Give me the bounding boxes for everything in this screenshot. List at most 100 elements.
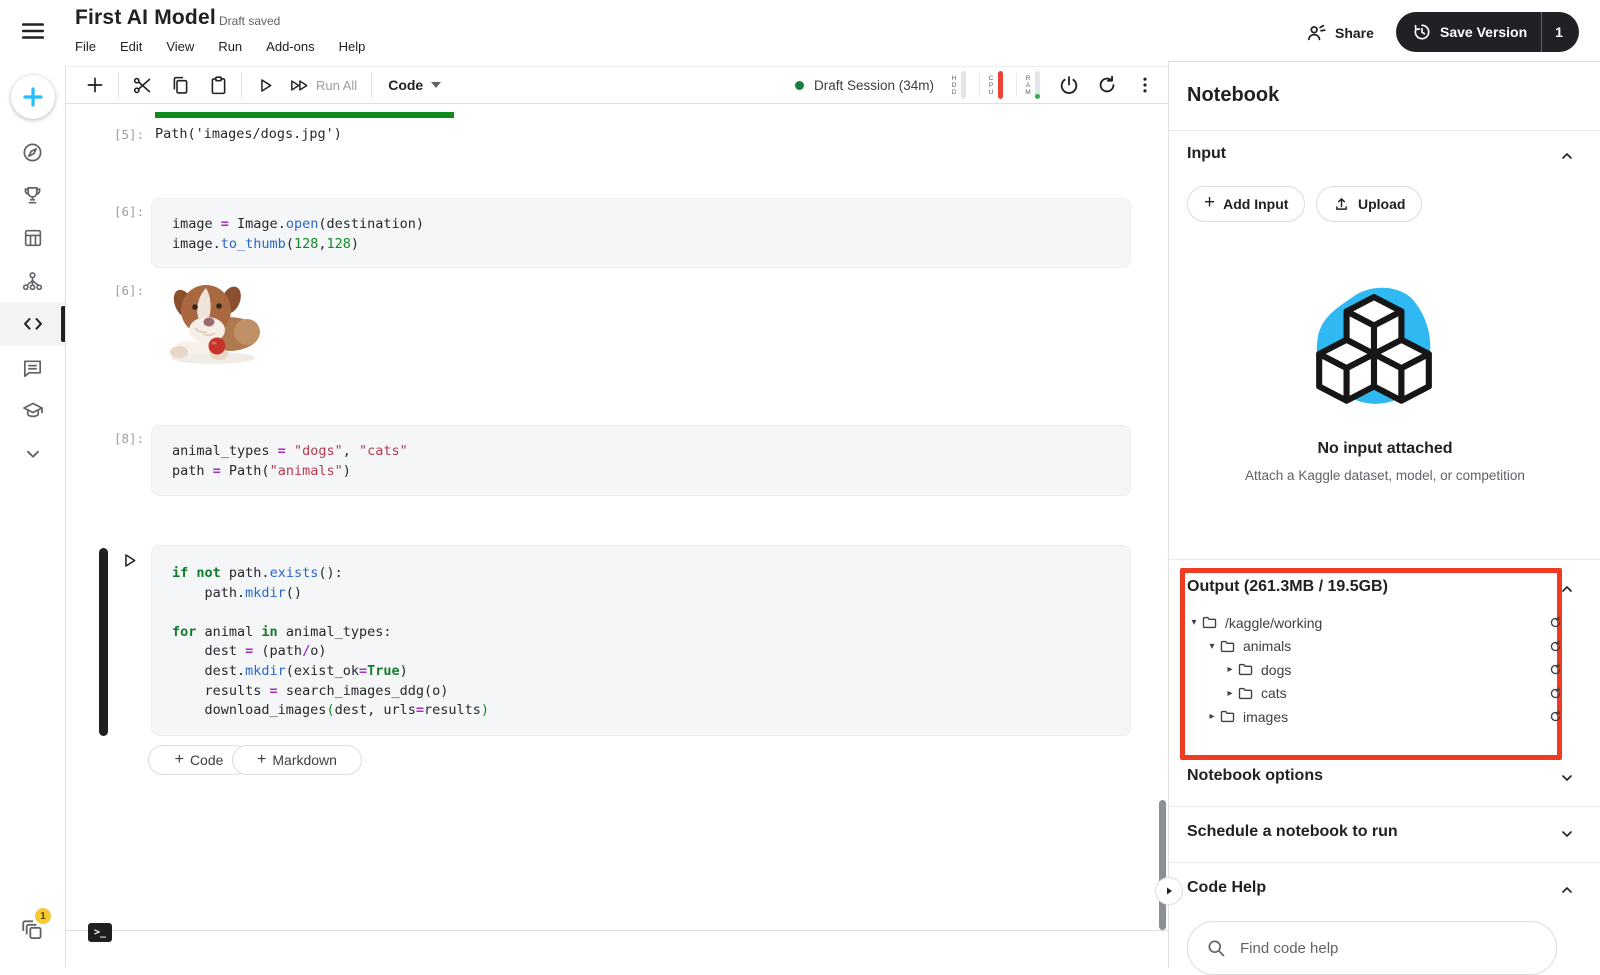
panel-collapse-button[interactable] xyxy=(1155,877,1183,905)
tree-row-images[interactable]: ▸ images xyxy=(1187,705,1567,729)
run-all-label[interactable]: Run All xyxy=(316,78,357,93)
toolbar-separator xyxy=(118,72,119,98)
schedule-section-header[interactable]: Schedule a notebook to run xyxy=(1187,823,1398,841)
run-all-button[interactable] xyxy=(284,69,314,101)
cut-button[interactable] xyxy=(123,69,161,101)
cpu-label: C P U xyxy=(987,75,995,96)
tree-row--kaggle-working[interactable]: ▾ /kaggle/working xyxy=(1187,611,1567,635)
restart-session-button[interactable] xyxy=(1088,69,1126,101)
version-count[interactable]: 1 xyxy=(1542,24,1579,40)
run-cell-button[interactable] xyxy=(246,69,284,101)
folder-name[interactable]: /kaggle/working xyxy=(1225,615,1322,631)
folder-icon xyxy=(1219,638,1236,655)
refresh-folder-button[interactable] xyxy=(1548,662,1563,677)
create-button[interactable] xyxy=(11,75,55,119)
upload-button[interactable]: Upload xyxy=(1316,186,1422,222)
sidebar-item-explore[interactable] xyxy=(0,130,65,174)
main-scrollbar-thumb[interactable] xyxy=(1159,800,1166,930)
session-label[interactable]: Draft Session (34m) xyxy=(814,78,934,93)
code-line: dest = (path/o) xyxy=(172,642,1110,662)
cell-prompt: [6]: xyxy=(114,204,144,219)
sidebar-item-learn[interactable] xyxy=(0,389,65,433)
caret-expanded-icon[interactable]: ▾ xyxy=(1187,617,1201,628)
output-section-header[interactable]: Output (261.3MB / 19.5GB) xyxy=(1187,578,1388,596)
sidebar-item-competitions[interactable] xyxy=(0,173,65,217)
folder-name[interactable]: dogs xyxy=(1261,662,1291,678)
refresh-folder-button[interactable] xyxy=(1548,686,1563,701)
compass-icon xyxy=(21,141,44,164)
menu-edit[interactable]: Edit xyxy=(120,39,142,54)
caret-collapsed-icon[interactable]: ▸ xyxy=(1223,664,1237,675)
copy-button[interactable] xyxy=(161,69,199,101)
caret-collapsed-icon[interactable]: ▸ xyxy=(1223,688,1237,699)
paste-button[interactable] xyxy=(199,69,237,101)
tree-row-animals[interactable]: ▾ animals xyxy=(1187,635,1567,659)
add-input-label: Add Input xyxy=(1223,196,1288,212)
plus-icon: + xyxy=(257,751,266,769)
sidebar-item-datasets[interactable] xyxy=(0,216,65,260)
session-status-dot xyxy=(795,81,804,90)
chevron-down-icon[interactable] xyxy=(1559,770,1575,786)
active-events-button[interactable]: 1 xyxy=(0,906,65,954)
more-options-button[interactable] xyxy=(1126,69,1164,101)
chevron-up-icon[interactable] xyxy=(1559,882,1575,898)
menu-help[interactable]: Help xyxy=(339,39,366,54)
folder-name[interactable]: cats xyxy=(1261,685,1287,701)
caret-collapsed-icon[interactable]: ▸ xyxy=(1205,711,1219,722)
refresh-folder-button[interactable] xyxy=(1548,615,1563,630)
sidebar-item-more[interactable] xyxy=(0,432,65,476)
chevron-up-icon[interactable] xyxy=(1559,148,1575,164)
code-help-section-header[interactable]: Code Help xyxy=(1187,879,1266,897)
refresh-icon xyxy=(1548,686,1563,701)
code-line: animal_types = "dogs", "cats" xyxy=(172,442,1110,462)
save-version-button[interactable]: Save Version 1 xyxy=(1396,12,1579,52)
tree-row-dogs[interactable]: ▸ dogs xyxy=(1187,658,1567,682)
hamburger-menu-icon[interactable] xyxy=(20,18,46,44)
add-cell-button[interactable] xyxy=(76,69,114,101)
code-line: path.mkdir() xyxy=(172,584,1110,604)
code-cell[interactable]: animal_types = "dogs", "cats"path = Path… xyxy=(151,425,1131,496)
share-icon xyxy=(1305,22,1327,44)
chevron-down-icon xyxy=(22,443,44,465)
share-button[interactable]: Share xyxy=(1305,22,1374,44)
menu-file[interactable]: File xyxy=(75,39,96,54)
terminal-console-button[interactable]: >_ xyxy=(88,923,112,942)
chevron-up-icon[interactable] xyxy=(1559,581,1575,597)
menu-view[interactable]: View xyxy=(166,39,194,54)
tree-row-cats[interactable]: ▸ cats xyxy=(1187,682,1567,706)
sidebar-item-models[interactable] xyxy=(0,259,65,303)
add-input-button[interactable]: + Add Input xyxy=(1187,186,1305,222)
caret-expanded-icon[interactable]: ▾ xyxy=(1205,641,1219,652)
refresh-folder-button[interactable] xyxy=(1548,709,1563,724)
refresh-folder-button[interactable] xyxy=(1548,639,1563,654)
code-cell[interactable]: image = Image.open(destination)image.to_… xyxy=(151,198,1131,268)
notebook-options-section-header[interactable]: Notebook options xyxy=(1187,767,1323,785)
dropdown-caret-icon xyxy=(431,82,441,88)
input-section-header[interactable]: Input xyxy=(1187,145,1226,163)
add-markdown-button[interactable]: + Markdown xyxy=(232,745,362,775)
trophy-icon xyxy=(21,184,44,207)
chevron-down-icon[interactable] xyxy=(1559,826,1575,842)
code-line xyxy=(172,603,1110,623)
active-code-cell[interactable]: if not path.exists(): path.mkdir() for a… xyxy=(151,545,1131,736)
output-file-tree: ▾ /kaggle/working ▾ animals ▸ dogs ▸ cats ▸ image… xyxy=(1187,611,1567,729)
code-help-search-input[interactable] xyxy=(1238,939,1522,958)
folder-name[interactable]: animals xyxy=(1243,638,1291,654)
menu-add-ons[interactable]: Add-ons xyxy=(266,39,314,54)
run-this-cell-button[interactable] xyxy=(120,551,139,570)
cpu-meter: C P U xyxy=(987,71,1003,99)
history-clock-icon xyxy=(1412,22,1432,42)
code-line: download_images(dest, urls=results) xyxy=(172,701,1110,721)
sidebar-item-discussions[interactable] xyxy=(0,346,65,390)
notebook-toolbar: Run All Code Draft Session (34m) H D D C… xyxy=(66,66,1168,104)
stop-session-button[interactable] xyxy=(1050,69,1088,101)
cell-type-dropdown[interactable]: Code xyxy=(388,77,441,93)
folder-name[interactable]: images xyxy=(1243,709,1288,725)
active-cell-indicator-bar xyxy=(99,548,108,736)
notebook-title[interactable]: First AI Model xyxy=(75,6,216,30)
add-code-label: Code xyxy=(190,752,223,768)
menu-run[interactable]: Run xyxy=(218,39,242,54)
sidebar-item-code[interactable] xyxy=(0,302,65,346)
no-input-subtitle: Attach a Kaggle dataset, model, or compe… xyxy=(1169,468,1600,483)
save-version-label: Save Version xyxy=(1440,24,1527,40)
